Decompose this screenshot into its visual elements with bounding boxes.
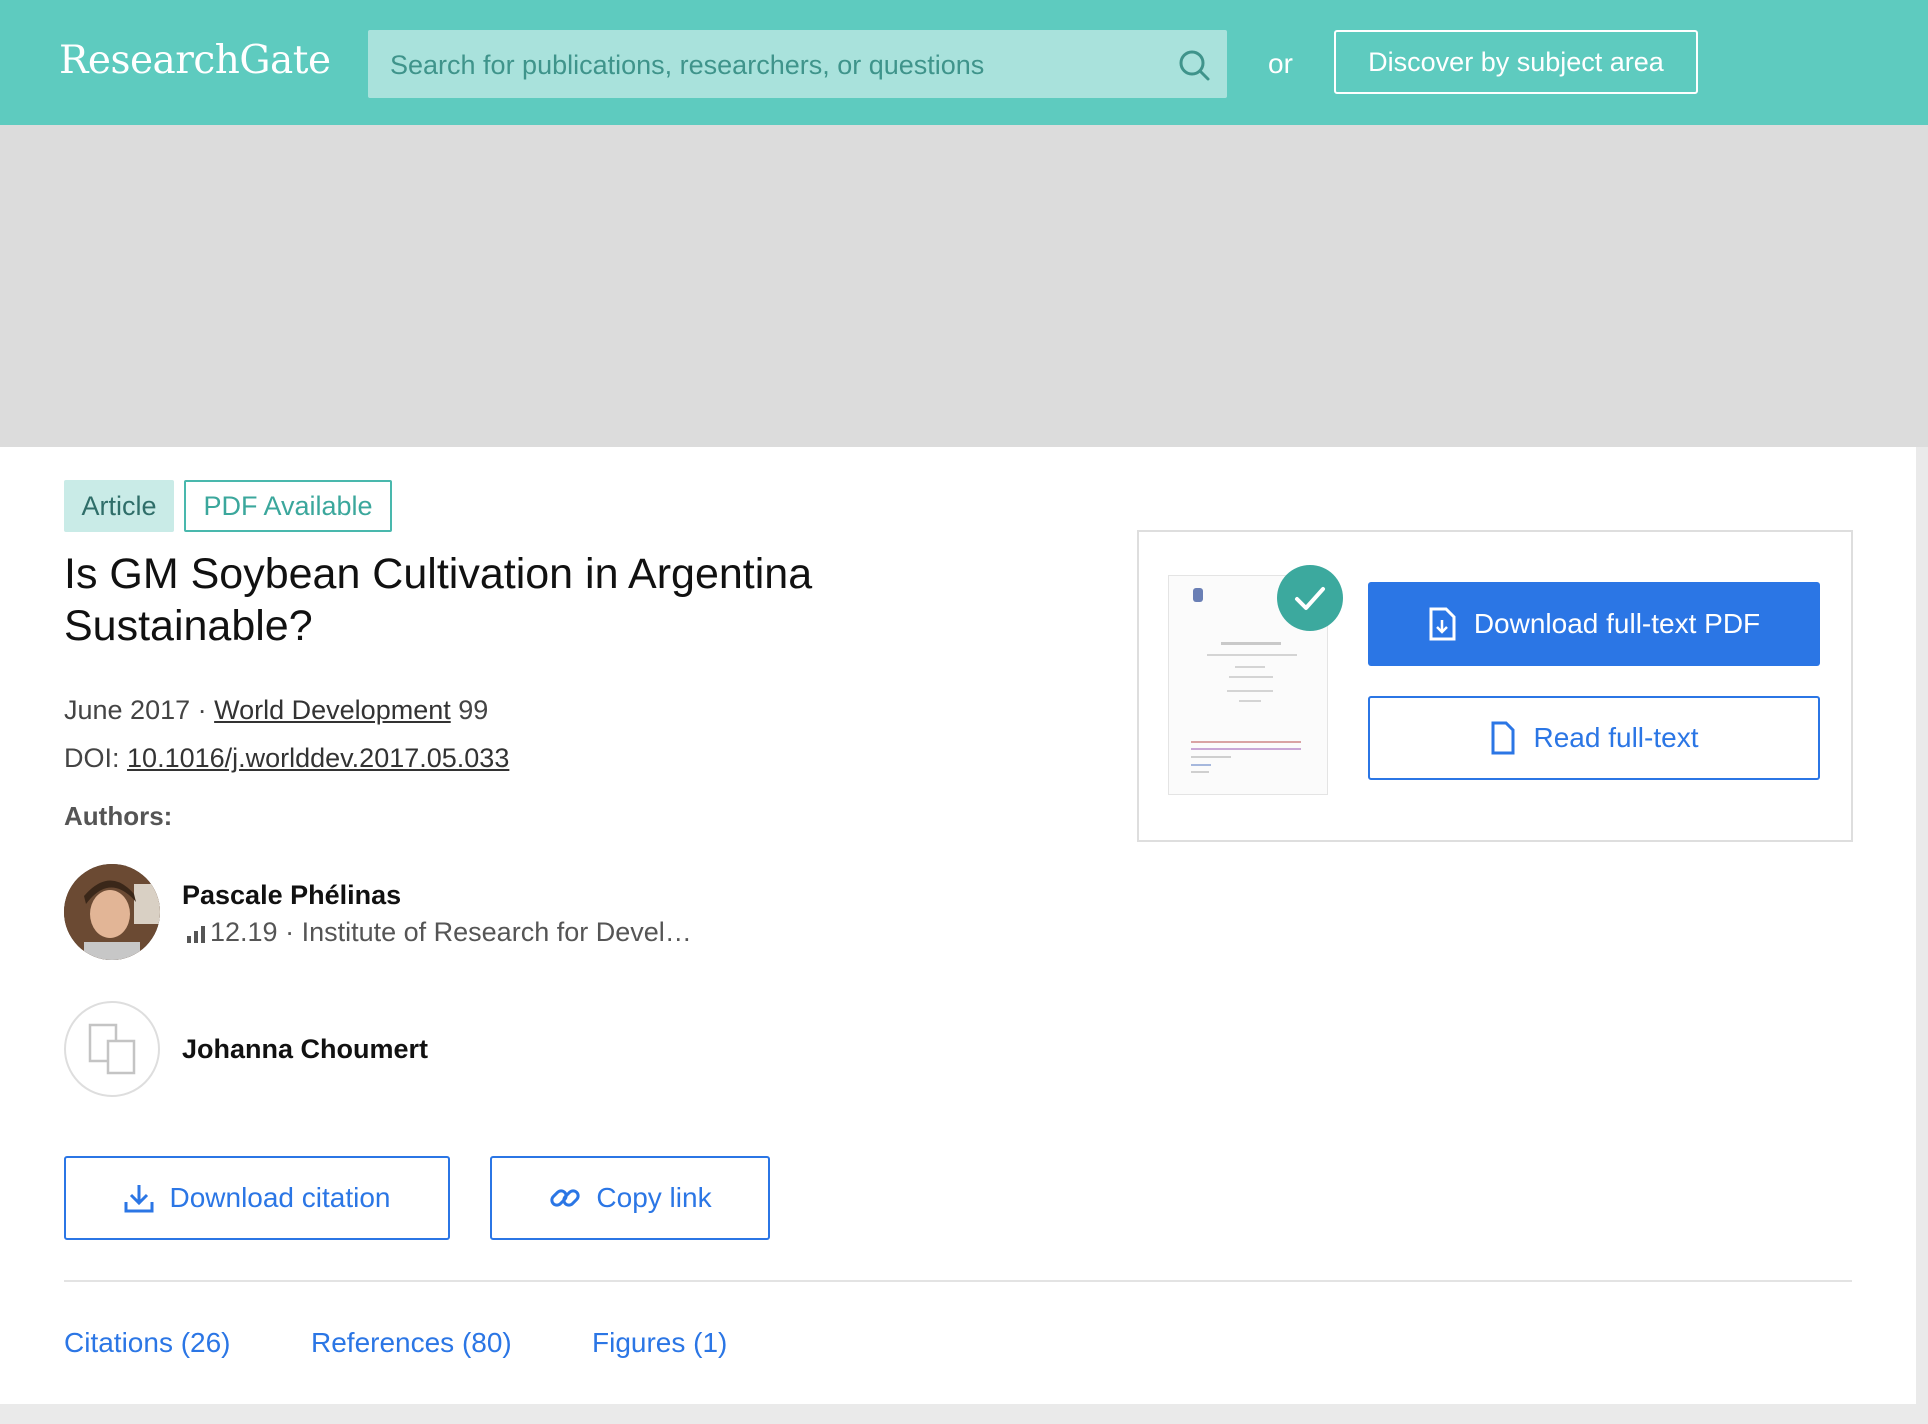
author-affiliation-line: 12.19 · Institute of Research for Devel… — [186, 917, 692, 948]
document-icon — [1491, 721, 1515, 755]
rg-score: 12.19 — [210, 917, 278, 947]
tab-references[interactable]: References (80) — [311, 1327, 512, 1359]
pdf-download-icon — [1429, 607, 1456, 641]
download-full-text-pdf-button[interactable]: Download full-text PDF — [1368, 582, 1820, 666]
article-type-badge: Article — [64, 480, 174, 532]
search-box[interactable] — [368, 30, 1227, 100]
tab-citations[interactable]: Citations (26) — [64, 1327, 231, 1359]
journal-link[interactable]: World Development — [214, 695, 451, 725]
download-icon — [124, 1185, 154, 1213]
placeholder-avatar-icon — [88, 1023, 136, 1075]
top-navigation-bar: ResearchGate or Discover by subject area — [0, 0, 1928, 125]
publication-date-journal: June 2017 · World Development 99 — [64, 695, 488, 726]
author-affiliation: Institute of Research for Devel… — [301, 917, 692, 947]
researchgate-logo[interactable]: ResearchGate — [59, 38, 331, 83]
doi-line: DOI: 10.1016/j.worlddev.2017.05.033 — [64, 743, 509, 774]
doi-label: DOI: — [64, 743, 120, 773]
author-name[interactable]: Pascale Phélinas — [182, 880, 401, 911]
read-full-text-button[interactable]: Read full-text — [1368, 696, 1820, 780]
or-separator: or — [1268, 48, 1293, 79]
download-citation-button[interactable]: Download citation — [64, 1156, 450, 1240]
copy-link-label: Copy link — [596, 1182, 712, 1213]
copy-link-button[interactable]: Copy link — [490, 1156, 770, 1240]
ad-banner-area — [0, 125, 1928, 447]
pdf-available-badge: PDF Available — [184, 480, 392, 532]
verified-check-icon — [1277, 565, 1343, 631]
author-avatar[interactable] — [64, 864, 160, 960]
journal-volume: 99 — [458, 695, 489, 725]
publication-date: June 2017 — [64, 695, 191, 725]
search-icon[interactable] — [1177, 48, 1211, 82]
rg-score-icon — [187, 925, 205, 943]
download-citation-label: Download citation — [169, 1182, 391, 1213]
doi-link[interactable]: 10.1016/j.worlddev.2017.05.033 — [127, 743, 509, 773]
author-name[interactable]: Johanna Choumert — [182, 1034, 428, 1065]
search-input[interactable] — [388, 30, 1152, 100]
link-icon — [550, 1189, 581, 1207]
affiliation-separator: · — [277, 917, 302, 947]
tab-figures[interactable]: Figures (1) — [592, 1327, 727, 1359]
read-full-text-label: Read full-text — [1533, 722, 1699, 753]
authors-heading: Authors: — [64, 801, 173, 831]
author-placeholder-avatar[interactable] — [64, 1001, 160, 1097]
section-divider — [64, 1280, 1852, 1282]
author-photo-icon — [64, 864, 160, 960]
discover-by-subject-button[interactable]: Discover by subject area — [1334, 30, 1698, 94]
meta-separator: · — [190, 695, 215, 725]
download-pdf-label: Download full-text PDF — [1473, 608, 1761, 639]
publication-title: Is GM Soybean Cultivation in Argentina S… — [64, 550, 813, 650]
